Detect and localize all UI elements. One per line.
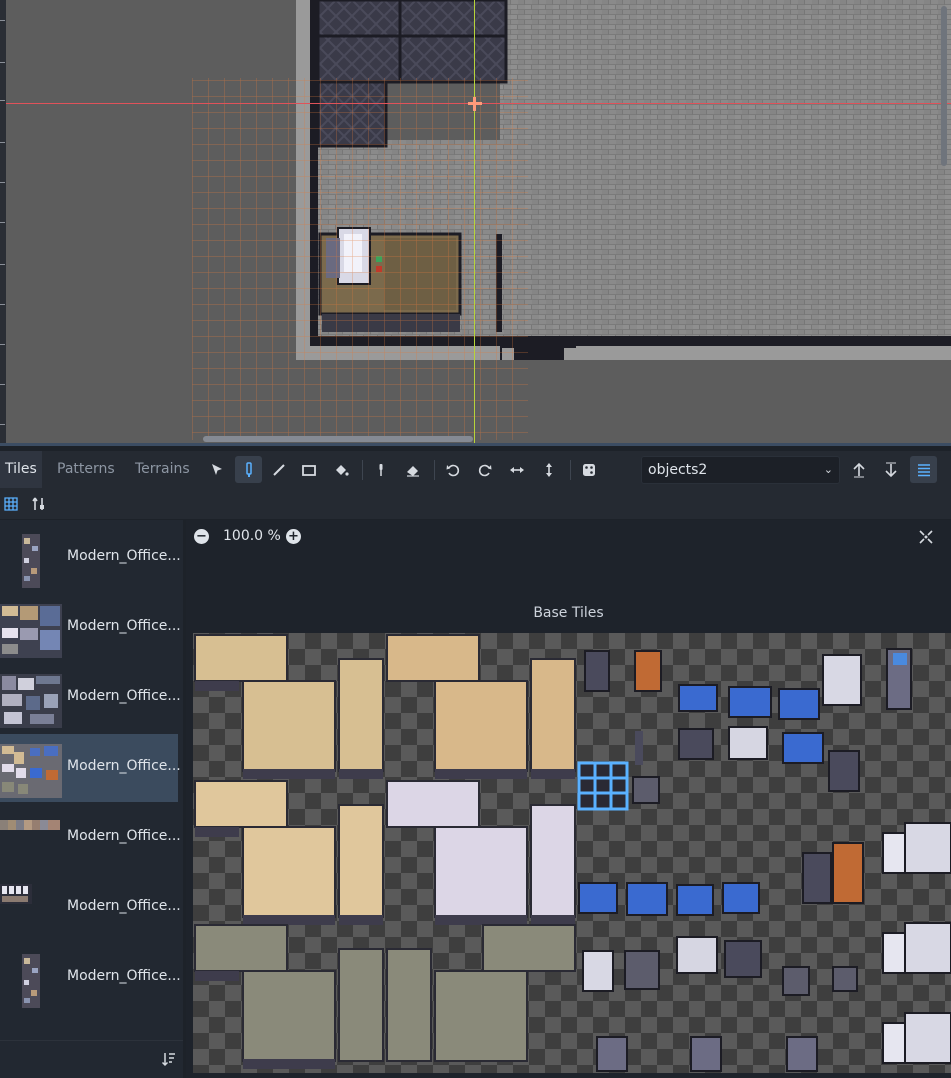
source-sort-bar: [0, 1040, 183, 1078]
sort-icon[interactable]: [158, 1047, 180, 1071]
atlas-title: Base Tiles: [533, 605, 604, 621]
chevron-down-icon: ⌄: [823, 463, 833, 476]
select-icon[interactable]: [203, 456, 230, 483]
list-item[interactable]: Modern_Office...: [0, 524, 181, 592]
horizontal-scrollbar[interactable]: [203, 436, 473, 442]
source-thumbnail: [0, 674, 62, 728]
rect-icon[interactable]: [295, 456, 322, 483]
list-item[interactable]: Modern_Office...: [0, 804, 181, 872]
source-label: Modern_Office...: [67, 758, 181, 774]
source-label: Modern_Office...: [67, 968, 181, 984]
flip-h-icon[interactable]: [503, 456, 530, 483]
map-viewport[interactable]: [0, 0, 951, 446]
source-thumbnail: [0, 820, 60, 830]
line-icon[interactable]: [265, 456, 292, 483]
source-label: Modern_Office...: [67, 828, 181, 844]
paint-icon[interactable]: [235, 456, 262, 483]
zoom-in-button[interactable]: +: [286, 529, 301, 544]
atlas-zoom-bar: − 100.0 % +: [186, 520, 951, 554]
list-item[interactable]: Modern_Office...: [0, 874, 181, 942]
source-thumbnail: [0, 884, 32, 904]
viewport-border: [0, 443, 951, 446]
source-thumbnail: [0, 604, 62, 658]
center-view-icon[interactable]: [914, 524, 938, 550]
tilemap-canvas[interactable]: [0, 0, 951, 446]
layer-select[interactable]: objects2 ⌄: [641, 456, 840, 484]
source-label: Modern_Office...: [67, 898, 181, 914]
list-item[interactable]: Modern_Office...: [0, 594, 181, 662]
source-thumbnail: [0, 744, 62, 798]
vertical-scrollbar[interactable]: [941, 6, 947, 166]
tab-terrains[interactable]: Terrains: [130, 451, 195, 488]
random-icon[interactable]: [575, 456, 602, 483]
source-label: Modern_Office...: [67, 548, 181, 564]
list-item[interactable]: Modern_Office...: [0, 944, 181, 1012]
source-label: Modern_Office...: [67, 688, 181, 704]
source-thumbnail: [22, 534, 40, 588]
eraser-icon[interactable]: [399, 456, 426, 483]
rotate-right-icon[interactable]: [471, 456, 498, 483]
flip-v-icon[interactable]: [535, 456, 562, 483]
source-label: Modern_Office...: [67, 618, 181, 634]
layer-select-value: objects2: [648, 462, 708, 478]
atlas-view-icon[interactable]: [0, 491, 22, 516]
list-item[interactable]: Modern_Office...: [0, 664, 181, 732]
highlight-layer-icon[interactable]: [910, 456, 937, 483]
source-subbar: [0, 489, 951, 519]
tilemap-toolbar: Tiles Patterns Terrains objects2 ⌄: [0, 451, 951, 489]
tileset-source-list[interactable]: Modern_Office... Modern_Office... Modern…: [0, 520, 183, 1040]
tile-atlas[interactable]: [193, 633, 951, 1073]
rotate-left-icon[interactable]: [439, 456, 466, 483]
zoom-out-button[interactable]: −: [194, 529, 209, 544]
move-layer-up-icon[interactable]: [845, 456, 872, 483]
picker-icon[interactable]: [367, 456, 394, 483]
atlas-panel[interactable]: − 100.0 % + Base Tiles: [186, 520, 951, 1078]
bucket-icon[interactable]: [327, 456, 354, 483]
tab-tiles[interactable]: Tiles: [0, 451, 42, 488]
list-item-selected[interactable]: Modern_Office...: [0, 734, 181, 802]
zoom-level: 100.0 %: [223, 528, 281, 544]
source-thumbnail: [22, 954, 40, 1008]
move-layer-down-icon[interactable]: [877, 456, 904, 483]
tools-icon[interactable]: [28, 491, 50, 516]
tab-patterns[interactable]: Patterns: [52, 451, 120, 488]
vertical-ruler: [0, 0, 6, 446]
